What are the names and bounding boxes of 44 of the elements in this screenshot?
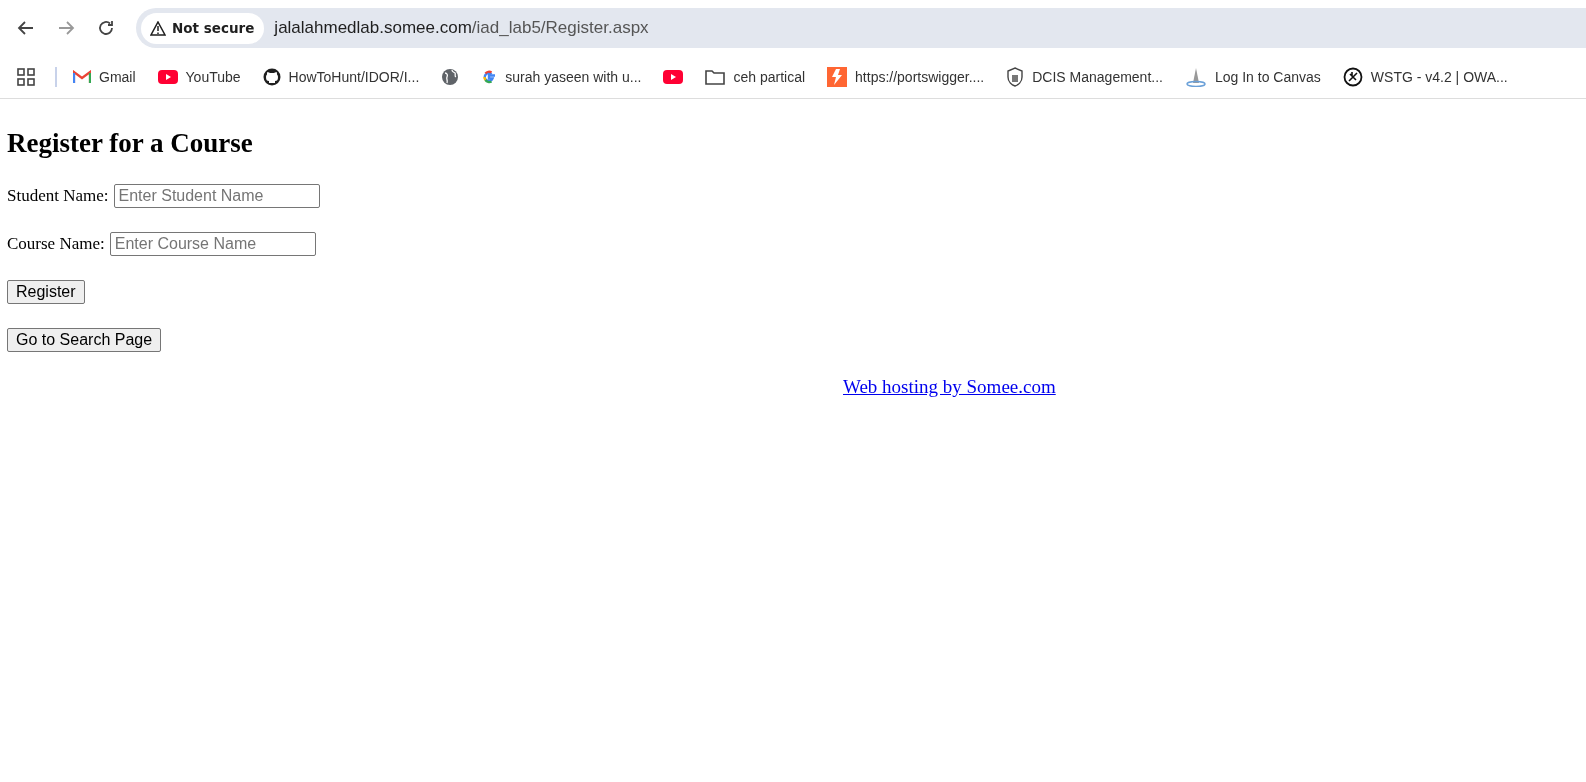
search-page-button[interactable]: Go to Search Page	[7, 328, 162, 352]
right-arrow-icon	[57, 19, 75, 37]
bookmark-label: DCIS Management...	[1032, 69, 1163, 85]
bookmark-item[interactable]: https://portswigger....	[827, 67, 985, 87]
address-bar[interactable]: Not secure jalalahmedlab.somee.com/iad_lab5/Register.aspx	[136, 8, 1586, 48]
bookmark-item[interactable]: DCIS Management...	[1006, 67, 1163, 87]
page-heading: Register for a Course	[7, 128, 254, 159]
globe-icon	[441, 68, 460, 86]
bookmark-label: YouTube	[185, 69, 241, 85]
bookmark-item[interactable]: HowToHunt/IDOR/I...	[262, 68, 420, 86]
register-button[interactable]: Register	[7, 280, 85, 304]
bookmark-item[interactable]: ceh partical	[705, 69, 806, 85]
shield-icon	[1006, 67, 1025, 87]
field-label: Course Name:	[7, 234, 105, 254]
lightning-icon	[827, 67, 848, 87]
text-input[interactable]: Enter Course Name	[109, 232, 316, 256]
warning-icon	[150, 20, 166, 36]
play-icon	[663, 70, 684, 84]
hosting-link[interactable]: Web hosting by Somee.com	[843, 376, 1056, 397]
bookmark-label: ceh partical	[733, 69, 806, 85]
security-label: Not secure	[172, 20, 255, 36]
field-label: Student Name:	[7, 186, 109, 206]
security-badge[interactable]: Not secure	[141, 12, 265, 44]
bookmark-label: https://portswigger....	[855, 69, 985, 85]
bookmark-label: Log In to Canvas	[1214, 69, 1321, 85]
spire-icon	[1184, 67, 1207, 87]
bookmark-item[interactable]: YouTube	[157, 69, 241, 85]
bookmark-item[interactable]: Gmail	[73, 69, 136, 85]
play-icon	[157, 70, 178, 84]
bookmark-label: HowToHunt/IDOR/I...	[288, 69, 420, 85]
text-input[interactable]: Enter Student Name	[113, 184, 320, 208]
bookmark-label: Gmail	[99, 69, 136, 85]
apps-button[interactable]	[17, 68, 35, 86]
reload-icon	[97, 19, 115, 37]
bookmark-item[interactable]: WSTG - v4.2 | OWA...	[1342, 67, 1508, 87]
bookmark-item[interactable]: Log In to Canvas	[1184, 67, 1321, 87]
bookmark-item[interactable]	[663, 70, 684, 84]
left-arrow-icon	[17, 19, 35, 37]
envelope-icon	[73, 70, 91, 84]
url-text: jalalahmedlab.somee.com/iad_lab5/Register.aspx	[274, 18, 649, 38]
folder-icon	[705, 69, 726, 85]
grid-icon	[17, 68, 35, 86]
bookmark-item[interactable]	[441, 68, 460, 86]
bookmark-label: WSTG - v4.2 | OWA...	[1370, 69, 1508, 85]
